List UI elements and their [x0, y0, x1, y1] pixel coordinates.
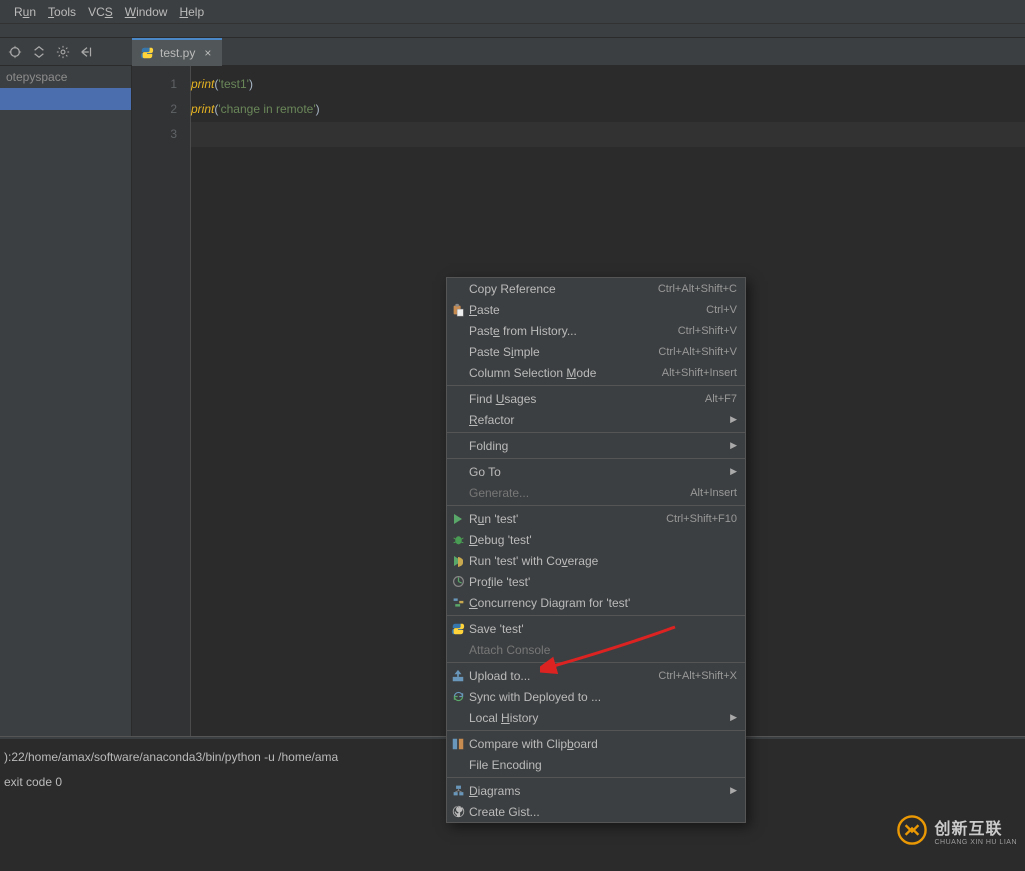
concurrency-icon [450, 595, 466, 611]
menu-separator [447, 432, 745, 433]
menu-separator [447, 662, 745, 663]
submenu-arrow-icon: ▶ [730, 712, 737, 723]
menu-window[interactable]: Window [119, 5, 174, 19]
menu-run[interactable]: Run [8, 5, 42, 19]
menu-debug-test[interactable]: Debug 'test' [447, 529, 745, 550]
menu-upload-to[interactable]: Upload to...Ctrl+Alt+Shift+X [447, 665, 745, 686]
navigation-bar [0, 24, 1025, 38]
menu-go-to[interactable]: Go To▶ [447, 461, 745, 482]
menu-column-selection[interactable]: Column Selection ModeAlt+Shift+Insert [447, 362, 745, 383]
menu-run-coverage[interactable]: Run 'test' with Coverage [447, 550, 745, 571]
context-menu: Copy ReferenceCtrl+Alt+Shift+C PasteCtrl… [446, 277, 746, 823]
upload-icon [450, 668, 466, 684]
menu-separator [447, 385, 745, 386]
hide-icon[interactable] [80, 45, 94, 59]
menu-tools[interactable]: Tools [42, 5, 82, 19]
python-file-icon [140, 46, 154, 60]
menu-separator [447, 505, 745, 506]
code-line: print('test1') [191, 72, 1025, 97]
menu-run-test[interactable]: Run 'test'Ctrl+Shift+F10 [447, 508, 745, 529]
paste-icon [450, 302, 466, 318]
project-sidebar: otepyspace [0, 66, 132, 736]
tab-close-button[interactable]: × [201, 46, 214, 60]
menu-sync-deployed[interactable]: Sync with Deployed to ... [447, 686, 745, 707]
profile-icon [450, 574, 466, 590]
run-icon [450, 511, 466, 527]
line-number: 3 [132, 122, 177, 147]
sync-icon [450, 689, 466, 705]
menu-generate: Generate...Alt+Insert [447, 482, 745, 503]
coverage-icon [450, 553, 466, 569]
code-line: print('change in remote') [191, 97, 1025, 122]
collapse-icon[interactable] [32, 45, 46, 59]
menu-diagrams[interactable]: Diagrams▶ [447, 780, 745, 801]
toolbar-row: test.py × [0, 38, 1025, 66]
github-icon [450, 804, 466, 820]
submenu-arrow-icon: ▶ [730, 466, 737, 477]
menu-compare-clipboard[interactable]: Compare with Clipboard [447, 733, 745, 754]
menu-paste[interactable]: PasteCtrl+V [447, 299, 745, 320]
menu-paste-history[interactable]: Paste from History...Ctrl+Shift+V [447, 320, 745, 341]
menu-copy-reference[interactable]: Copy ReferenceCtrl+Alt+Shift+C [447, 278, 745, 299]
menu-profile-test[interactable]: Profile 'test' [447, 571, 745, 592]
code-line [191, 122, 1025, 147]
submenu-arrow-icon: ▶ [730, 785, 737, 796]
menu-separator [447, 730, 745, 731]
menu-separator [447, 777, 745, 778]
menu-save-test[interactable]: Save 'test' [447, 618, 745, 639]
menu-attach-console: Attach Console [447, 639, 745, 660]
menu-bar: Run Tools VCS Window Help [0, 0, 1025, 24]
editor-tab[interactable]: test.py × [132, 38, 222, 66]
project-root[interactable]: otepyspace [0, 66, 131, 88]
menu-concurrency[interactable]: Concurrency Diagram for 'test' [447, 592, 745, 613]
menu-paste-simple[interactable]: Paste SimpleCtrl+Alt+Shift+V [447, 341, 745, 362]
menu-folding[interactable]: Folding▶ [447, 435, 745, 456]
menu-find-usages[interactable]: Find UsagesAlt+F7 [447, 388, 745, 409]
line-number: 2 [132, 97, 177, 122]
menu-local-history[interactable]: Local History▶ [447, 707, 745, 728]
line-number-gutter: 1 2 3 [132, 66, 191, 736]
menu-help[interactable]: Help [173, 5, 210, 19]
watermark-logo-icon [896, 814, 928, 846]
submenu-arrow-icon: ▶ [730, 440, 737, 451]
line-number: 1 [132, 72, 177, 97]
menu-refactor[interactable]: Refactor▶ [447, 409, 745, 430]
watermark-subtext: CHUANG XIN HU LIAN [934, 839, 1017, 846]
compare-icon [450, 736, 466, 752]
menu-separator [447, 615, 745, 616]
watermark: 创新互联 CHUANG XIN HU LIAN [896, 814, 1017, 846]
tab-filename: test.py [160, 46, 195, 60]
gear-icon[interactable] [56, 45, 70, 59]
project-toolbar [0, 45, 132, 59]
menu-file-encoding[interactable]: File Encoding [447, 754, 745, 775]
menu-create-gist[interactable]: Create Gist... [447, 801, 745, 822]
submenu-arrow-icon: ▶ [730, 414, 737, 425]
python-icon [450, 621, 466, 637]
menu-vcs[interactable]: VCS [82, 5, 119, 19]
debug-icon [450, 532, 466, 548]
project-selected-item[interactable] [0, 88, 131, 110]
watermark-text: 创新互联 [934, 815, 1017, 839]
diagrams-icon [450, 783, 466, 799]
target-icon[interactable] [8, 45, 22, 59]
menu-separator [447, 458, 745, 459]
